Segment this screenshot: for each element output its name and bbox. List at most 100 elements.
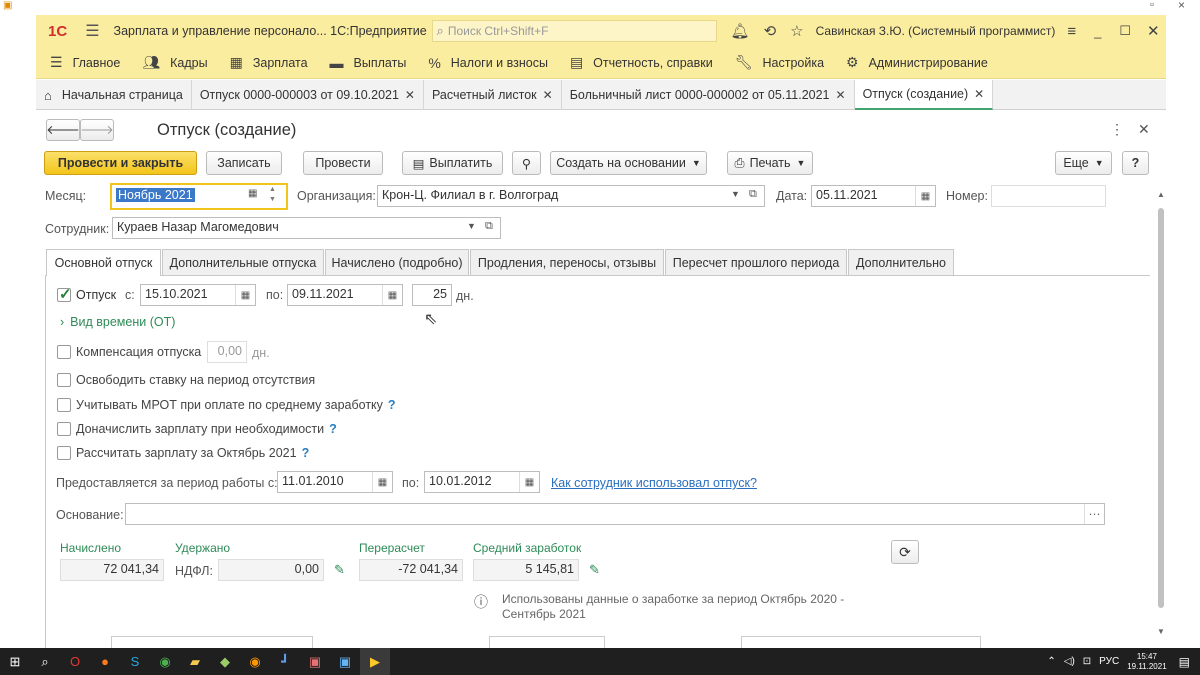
vacation-from-field[interactable]: 15.10.2021 ▦ xyxy=(140,284,256,306)
tab-recalculation[interactable]: Пересчет прошлого периода xyxy=(665,249,847,275)
section-settings[interactable]: 🔧︎ Настройка xyxy=(735,54,824,71)
ellipsis-icon[interactable]: … xyxy=(1084,504,1104,524)
section-payments[interactable]: ▬ Выплаты xyxy=(330,55,407,71)
section-taxes[interactable]: % Налоги и взносы xyxy=(428,55,548,71)
vacation-checkbox[interactable] xyxy=(57,285,72,303)
restore-window-icon[interactable]: ▫ xyxy=(1150,0,1154,11)
more-vertical-icon[interactable]: ⋮ xyxy=(1110,121,1124,138)
close-tab-icon[interactable]: ✕ xyxy=(543,88,553,102)
close-form-icon[interactable]: ✕ xyxy=(1138,121,1150,138)
dropdown-arrow-icon[interactable]: ▼ xyxy=(731,189,740,199)
volume-icon[interactable]: ◁) xyxy=(1064,656,1075,667)
tab-main-vacation[interactable]: Основной отпуск xyxy=(46,249,161,276)
chrome-icon[interactable]: ◉ xyxy=(150,648,180,675)
star-icon[interactable]: ☆ xyxy=(790,22,803,40)
tab-payslip[interactable]: Расчетный листок ✕ xyxy=(424,80,562,110)
help-question-icon[interactable]: ? xyxy=(302,446,310,460)
folder-icon[interactable]: ▰ xyxy=(180,648,210,675)
time-kind-toggle[interactable]: › Вид времени (ОТ) xyxy=(60,315,175,329)
accrue-salary-checkbox[interactable] xyxy=(57,422,71,436)
app-icon-3[interactable]: ┛ xyxy=(270,648,300,675)
date-field[interactable]: 05.11.2021 ▦ xyxy=(811,185,936,207)
menu-icon[interactable]: ☰ xyxy=(85,21,99,41)
help-question-icon[interactable]: ? xyxy=(329,422,337,436)
help-button[interactable]: ? xyxy=(1122,151,1149,175)
help-question-icon[interactable]: ? xyxy=(388,398,396,412)
close-tab-icon[interactable]: ✕ xyxy=(836,88,846,102)
compensation-checkbox[interactable] xyxy=(57,345,71,359)
windows-start-icon[interactable]: ⊞ xyxy=(0,648,30,675)
employee-field[interactable]: Кураев Назар Магомедович ▼ ⧉ xyxy=(112,217,501,239)
scroll-up-icon[interactable]: ▲ xyxy=(1157,190,1165,199)
app-icon[interactable]: ◆ xyxy=(210,648,240,675)
section-hr[interactable]: 👥︎ Кадры xyxy=(142,54,207,71)
calc-salary-checkbox[interactable] xyxy=(57,446,71,460)
opera-icon[interactable]: O xyxy=(60,648,90,675)
maximize-icon[interactable]: ☐ xyxy=(1119,23,1131,39)
app-icon-2[interactable]: ◉ xyxy=(240,648,270,675)
tab-accrued-detailed[interactable]: Начислено (подробно) xyxy=(325,249,469,275)
close-window-icon[interactable]: × xyxy=(1178,0,1185,12)
open-link-icon[interactable]: ⧉ xyxy=(749,188,757,201)
section-admin[interactable]: ⚙ Администрирование xyxy=(846,54,988,71)
bottom-field-3[interactable] xyxy=(741,636,981,648)
clock[interactable]: 15:47 19.11.2021 xyxy=(1127,652,1166,672)
tab-additional[interactable]: Дополнительно xyxy=(848,249,954,275)
calendar-icon[interactable]: ▦ xyxy=(382,285,402,305)
month-field[interactable]: Ноябрь 2021 ▦ ▲ ▼ xyxy=(110,183,288,210)
history-icon[interactable]: ⟲ xyxy=(764,22,777,40)
section-salary[interactable]: ▦ Зарплата xyxy=(230,54,308,71)
calendar-icon[interactable]: ▦ xyxy=(235,285,255,305)
calendar-icon[interactable]: ▦ xyxy=(372,472,392,492)
pay-button[interactable]: ▤ Выплатить xyxy=(402,151,503,175)
tab-additional-vacations[interactable]: Дополнительные отпуска xyxy=(162,249,324,275)
search-input[interactable]: Поиск Ctrl+Shift+F xyxy=(448,24,549,38)
spinner-icon[interactable]: ▲ ▼ xyxy=(269,185,276,205)
minimize-icon[interactable]: _ xyxy=(1094,24,1101,39)
more-button[interactable]: Еще ▼ xyxy=(1055,151,1112,175)
calendar-icon[interactable]: ▦ xyxy=(915,186,935,206)
tab-home[interactable]: ⌂ Начальная страница xyxy=(36,80,192,110)
print-button[interactable]: ⎙ Печать ▼ xyxy=(727,151,813,175)
search-box[interactable]: ⌕ Поиск Ctrl+Shift+F xyxy=(431,20,717,42)
close-icon[interactable]: ✕ xyxy=(1147,22,1160,40)
notification-icon[interactable]: ▤ xyxy=(1179,655,1190,669)
tab-vacation-doc[interactable]: Отпуск 0000-000003 от 09.10.2021 ✕ xyxy=(192,80,424,110)
keyboard-language[interactable]: РУС xyxy=(1099,656,1119,667)
bottom-field-2[interactable] xyxy=(489,636,605,648)
close-tab-icon[interactable]: ✕ xyxy=(974,87,984,101)
vacation-to-field[interactable]: 09.11.2021 ▦ xyxy=(287,284,403,306)
skype-icon[interactable]: S xyxy=(120,648,150,675)
basis-field[interactable]: … xyxy=(125,503,1105,525)
section-reports[interactable]: ▤ Отчетность, справки xyxy=(570,54,713,71)
number-field[interactable] xyxy=(991,185,1106,207)
search-icon[interactable]: ⌕ xyxy=(30,648,60,675)
tab-extensions[interactable]: Продления, переносы, отзывы xyxy=(470,249,664,275)
post-button[interactable]: Провести xyxy=(303,151,383,175)
forward-button[interactable]: 🡒 xyxy=(80,119,114,141)
work-period-from-field[interactable]: 11.01.2010 ▦ xyxy=(277,471,393,493)
firefox-icon[interactable]: ● xyxy=(90,648,120,675)
settings-lines-icon[interactable]: ≡ xyxy=(1067,23,1076,40)
scrollbar-thumb[interactable] xyxy=(1158,208,1164,608)
dropdown-arrow-icon[interactable]: ▼ xyxy=(467,221,476,231)
organization-field[interactable]: Крон-Ц. Филиал в г. Волгоград ▼ ⧉ xyxy=(377,185,765,207)
vacation-usage-link[interactable]: Как сотрудник использовал отпуск? xyxy=(551,476,757,490)
mrot-checkbox[interactable] xyxy=(57,398,71,412)
create-based-on-button[interactable]: Создать на основании ▼ xyxy=(550,151,707,175)
section-main[interactable]: ☰ Главное xyxy=(50,54,120,71)
pencil-icon[interactable]: ✎ xyxy=(589,562,600,578)
free-rate-checkbox[interactable] xyxy=(57,373,71,387)
save-button[interactable]: Записать xyxy=(206,151,282,175)
tray-arrow-icon[interactable]: ⌃ xyxy=(1047,656,1055,667)
vertical-scrollbar[interactable]: ▲ ▼ xyxy=(1156,190,1166,640)
bottom-field-1[interactable] xyxy=(111,636,313,648)
network-icon[interactable]: ⊡ xyxy=(1083,656,1091,667)
work-period-to-field[interactable]: 10.01.2012 ▦ xyxy=(424,471,540,493)
back-button[interactable]: 🡐 xyxy=(46,119,80,141)
vacation-days-field[interactable]: 25 xyxy=(412,284,452,306)
app-icon-5[interactable]: ▣ xyxy=(330,648,360,675)
calendar-icon[interactable]: ▦ xyxy=(248,188,257,199)
bell-icon[interactable]: 🔔︎ xyxy=(731,22,750,40)
current-user[interactable]: Савинская З.Ю. (Системный программист) xyxy=(816,24,1056,38)
